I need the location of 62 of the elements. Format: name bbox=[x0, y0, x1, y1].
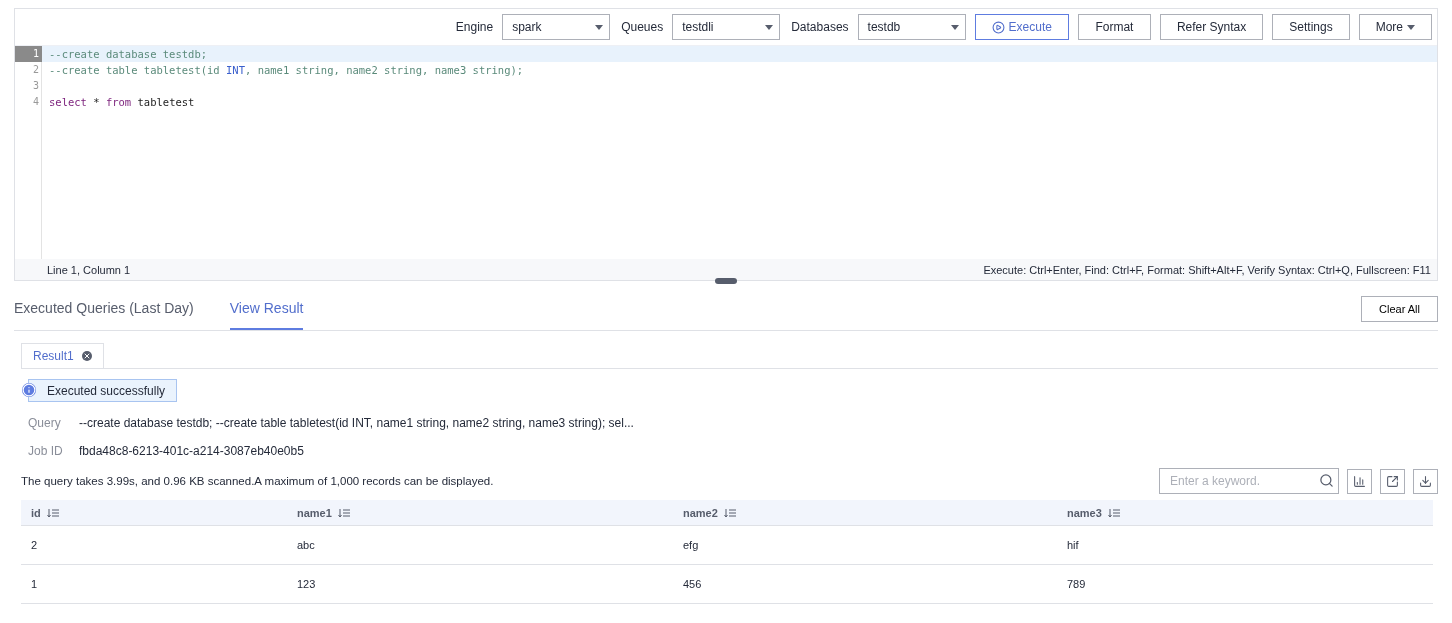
select-label: Databases bbox=[791, 20, 849, 34]
search-field[interactable]: Enter a keyword. bbox=[1159, 468, 1339, 494]
table-cell-text: efg bbox=[682, 539, 700, 551]
play-icon bbox=[991, 20, 1005, 34]
info-icon bbox=[22, 383, 36, 397]
close-icon[interactable] bbox=[81, 351, 92, 361]
table-cell-text: 789 bbox=[1066, 578, 1087, 590]
table-cell-text: abc bbox=[296, 539, 316, 551]
line-number: 4 bbox=[31, 95, 40, 109]
code-line: --create database testdb; bbox=[48, 48, 208, 60]
execute-button[interactable]: Execute bbox=[974, 14, 1069, 40]
column-header: id bbox=[31, 506, 41, 519]
detail-value: fbda48c8-6213-401c-a214-3087eb40e0b5 bbox=[79, 444, 304, 458]
cursor-position: Line 1, Column 1 bbox=[47, 263, 131, 276]
toolbar-button[interactable]: Refer Syntax bbox=[1159, 14, 1264, 40]
external-link-icon bbox=[1386, 474, 1399, 488]
column-header: name2 bbox=[683, 506, 718, 519]
caret-icon bbox=[1407, 24, 1415, 30]
bar-chart-icon bbox=[1353, 474, 1366, 488]
download-button[interactable] bbox=[1413, 468, 1438, 494]
table-cell-text: 2 bbox=[30, 539, 39, 551]
select-label: Engine bbox=[455, 20, 494, 34]
dropdown-select[interactable]: testdli bbox=[672, 14, 781, 40]
query-summary: The query takes 3.99s, and 0.96 KB scanned.A maximum of 1,000 records can be displayed. bbox=[21, 475, 494, 487]
dropdown-select[interactable]: spark bbox=[502, 14, 611, 40]
code-line: --create table tabletest(id INT, name1 string, name2 string, name3 string); bbox=[48, 64, 524, 76]
column-header: name3 bbox=[1067, 506, 1102, 519]
dropdown-select[interactable]: testdb bbox=[857, 14, 966, 40]
search-icon[interactable] bbox=[1319, 473, 1334, 488]
chart-button[interactable] bbox=[1347, 468, 1372, 494]
more-button[interactable]: More bbox=[1358, 14, 1432, 40]
detail-label: Job ID bbox=[28, 444, 64, 458]
export-button[interactable] bbox=[1380, 468, 1405, 494]
line-number: 3 bbox=[31, 79, 40, 93]
success-message: Executed successfully bbox=[28, 379, 178, 402]
table-cell-text: 123 bbox=[296, 578, 317, 590]
table-cell-text: hif bbox=[1066, 539, 1080, 551]
caret-icon bbox=[950, 24, 959, 30]
select-label: Queues bbox=[621, 20, 664, 34]
table-cell-text: 456 bbox=[682, 578, 703, 590]
caret-icon bbox=[595, 24, 604, 30]
table-cell-text: 1 bbox=[30, 578, 39, 590]
clear-all-button[interactable]: Clear All bbox=[1361, 295, 1438, 322]
tab[interactable]: View Result bbox=[229, 287, 304, 330]
toolbar-button[interactable]: Settings bbox=[1272, 14, 1350, 40]
sort-icon[interactable] bbox=[46, 507, 59, 518]
sort-icon[interactable] bbox=[337, 507, 350, 518]
resize-handle[interactable] bbox=[715, 278, 737, 284]
sort-icon[interactable] bbox=[1107, 507, 1120, 518]
shortcut-hints: Execute: Ctrl+Enter, Find: Ctrl+F, Format: Shift+Alt+F, Verify Syntax: Ctrl+Q, Fullscreen: F11 bbox=[983, 263, 1431, 276]
detail-value: --create database testdb; --create table tabletest(id INT, name1 string, name2 string, name3 string); sel... bbox=[79, 416, 634, 430]
code-line: select * from tabletest bbox=[48, 96, 195, 108]
result-tab[interactable]: Result1 bbox=[21, 343, 104, 368]
toolbar-button[interactable]: Format bbox=[1077, 14, 1151, 40]
column-header: name1 bbox=[297, 506, 332, 519]
caret-icon bbox=[765, 24, 774, 30]
line-number: 2 bbox=[31, 63, 40, 77]
download-icon bbox=[1419, 474, 1432, 488]
detail-label: Query bbox=[28, 416, 62, 430]
line-number: 1 bbox=[15, 46, 42, 62]
tab[interactable]: Executed Queries (Last Day) bbox=[14, 287, 194, 330]
sort-icon[interactable] bbox=[723, 507, 736, 518]
